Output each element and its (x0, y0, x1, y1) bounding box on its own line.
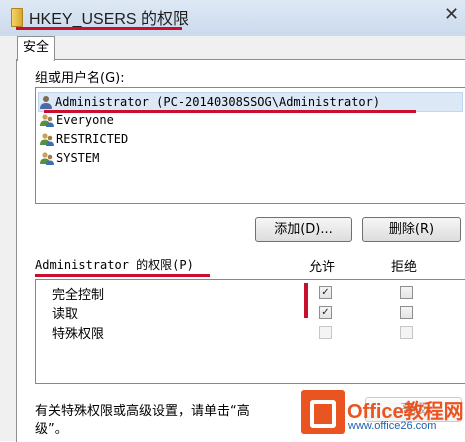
close-icon[interactable]: ✕ (444, 4, 459, 25)
group-icon (40, 151, 54, 165)
remove-button[interactable]: 删除(R) (362, 217, 461, 242)
window-title: HKEY_USERS 的权限 (29, 11, 190, 28)
advanced-hint-line2: 级”。 (35, 422, 68, 437)
tab-security[interactable]: 安全 (17, 36, 55, 61)
group-or-user-label: 组或用户名(G): (35, 71, 125, 86)
permissions-title: Administrator 的权限(P) (35, 258, 194, 272)
allow-column-header: 允许 (309, 260, 336, 275)
list-item-label: Everyone (56, 113, 114, 127)
user-list[interactable]: Administrator (PC-20140308SSOG\Administr… (35, 87, 465, 204)
permission-read: 读取 (52, 307, 79, 322)
advanced-hint-line1: 有关特殊权限或高级设置，请单击“高 (35, 404, 250, 419)
list-item-label: RESTRICTED (56, 132, 129, 146)
list-item-administrator[interactable]: Administrator (PC-20140308SSOG\Administr… (38, 92, 463, 112)
user-icon (39, 95, 53, 109)
deny-column-header: 拒绝 (391, 260, 418, 275)
group-icon (40, 132, 54, 146)
annotation-underline-title (16, 27, 182, 30)
deny-read-checkbox[interactable] (400, 306, 413, 319)
allow-special-checkbox (319, 326, 332, 339)
annotation-underline-administrator (44, 110, 416, 113)
list-item-restricted[interactable]: RESTRICTED (40, 130, 128, 148)
list-item-label: SYSTEM (56, 151, 100, 165)
annotation-underline-permissions (35, 274, 210, 277)
list-item-system[interactable]: SYSTEM (40, 149, 99, 167)
watermark-url: www.office26.com (348, 420, 437, 432)
add-button[interactable]: 添加(D)... (255, 217, 352, 242)
permission-full-control: 完全控制 (52, 288, 105, 303)
list-item-label: Administrator (PC-20140308SSOG\Administr… (55, 95, 381, 109)
title-bar: HKEY_USERS 的权限 ✕ (0, 0, 465, 36)
office-logo-icon (301, 390, 345, 434)
deny-full-control-checkbox[interactable] (400, 286, 413, 299)
allow-read-checkbox[interactable]: ✓ (319, 306, 332, 319)
deny-special-checkbox (400, 326, 413, 339)
annotation-bar-allow (304, 283, 308, 318)
permission-special: 特殊权限 (52, 327, 105, 342)
allow-full-control-checkbox[interactable]: ✓ (319, 286, 332, 299)
list-item-everyone[interactable]: Everyone (40, 111, 114, 129)
group-icon (40, 113, 54, 127)
folder-icon (11, 8, 23, 27)
permissions-list: 完全控制 读取 特殊权限 ✓ ✓ (35, 279, 465, 384)
